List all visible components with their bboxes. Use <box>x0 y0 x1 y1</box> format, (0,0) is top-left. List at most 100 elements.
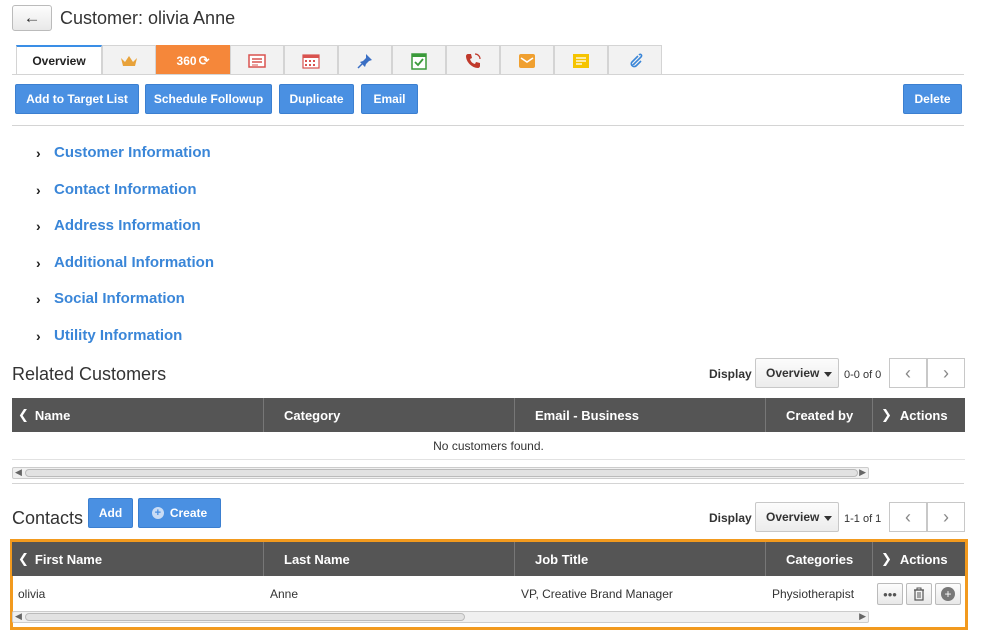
column-label: Actions <box>899 407 948 423</box>
record-tabs: Overview 360 ⟳ <box>16 45 662 75</box>
tab-360[interactable]: 360 ⟳ <box>156 45 230 75</box>
checklist-icon <box>411 52 427 70</box>
chevron-right-icon[interactable]: ❯ <box>881 407 892 423</box>
tab-overview-label: Overview <box>32 54 86 68</box>
scrollbar-thumb[interactable] <box>25 613 465 621</box>
chevron-right-icon: › <box>36 254 41 271</box>
related-customers-table-header: ❮ Name Category Email - Business Created … <box>12 398 965 432</box>
column-label: Created by <box>786 407 854 423</box>
column-label: Actions <box>899 551 948 567</box>
paperclip-icon <box>630 53 643 67</box>
tab-pin[interactable] <box>338 45 392 75</box>
table-row[interactable]: olivia Anne VP, Creative Brand Manager P… <box>12 577 965 611</box>
duplicate-button[interactable]: Duplicate <box>279 84 354 114</box>
tab-overview[interactable]: Overview <box>16 45 102 75</box>
column-header-last-name[interactable]: Last Name <box>264 542 515 576</box>
column-header-actions: ❯ Actions <box>873 542 965 576</box>
column-header-job-title[interactable]: Job Title <box>515 542 766 576</box>
section-label: Customer Information <box>54 144 211 161</box>
column-label: Email - Business <box>535 407 640 423</box>
scrollbar-thumb[interactable] <box>25 469 858 477</box>
tab-underline <box>12 74 964 75</box>
add-contact-button[interactable]: Add <box>88 498 133 528</box>
last-name-cell: Anne <box>270 587 299 601</box>
pager-count: 0-0 of 0 <box>844 369 882 381</box>
button-label: Create <box>169 506 208 520</box>
contact-card-icon <box>248 53 266 68</box>
note-icon <box>573 53 589 68</box>
add-to-target-list-button[interactable]: Add to Target List <box>15 84 139 114</box>
add-row-button[interactable]: + <box>935 583 961 605</box>
chevron-left-icon: ‹ <box>905 362 911 383</box>
actions-cell: ••• + <box>873 583 965 605</box>
tab-contact-card[interactable] <box>230 45 284 75</box>
ellipsis-icon: ••• <box>883 586 897 602</box>
column-header-category[interactable]: Category <box>264 398 515 432</box>
column-header-categories[interactable]: Categories <box>766 542 873 576</box>
tab-mail[interactable] <box>500 45 554 75</box>
select-value: Overview <box>766 366 820 380</box>
scroll-right-icon[interactable]: ▶ <box>859 467 866 478</box>
delete-button[interactable]: Delete <box>903 84 962 114</box>
column-header-name[interactable]: ❮ Name <box>12 398 264 432</box>
back-button[interactable]: ← <box>12 5 52 31</box>
column-header-email[interactable]: Email - Business <box>515 398 766 432</box>
section-address-information[interactable]: › Address Information <box>36 217 201 234</box>
contacts-display-select[interactable]: Overview <box>755 502 839 532</box>
prev-page-button[interactable]: ‹ <box>889 358 927 388</box>
pager-count: 1-1 of 1 <box>844 513 882 525</box>
caret-down-icon <box>824 516 832 521</box>
categories-cell: Physiotherapist <box>772 587 855 601</box>
section-additional-information[interactable]: › Additional Information <box>36 254 214 271</box>
chevron-right-icon: › <box>36 181 41 198</box>
chevron-right-icon: › <box>36 217 41 234</box>
section-divider <box>12 483 964 484</box>
display-label: Display <box>709 367 752 381</box>
column-header-created-by[interactable]: Created by <box>766 398 873 432</box>
scroll-right-icon[interactable]: ▶ <box>859 611 866 622</box>
display-label: Display <box>709 511 752 525</box>
tab-attachment[interactable] <box>608 45 662 75</box>
delete-row-button[interactable] <box>906 583 932 605</box>
column-header-first-name[interactable]: ❮ First Name <box>12 542 264 576</box>
contacts-title: Contacts <box>12 508 84 528</box>
chevron-left-icon[interactable]: ❮ <box>18 551 29 567</box>
plus-circle-icon: + <box>941 587 955 601</box>
scroll-left-icon[interactable]: ◀ <box>15 611 22 622</box>
chevron-right-icon: › <box>943 506 949 527</box>
column-header-actions: ❯ Actions <box>873 398 965 432</box>
scroll-left-icon[interactable]: ◀ <box>15 467 22 478</box>
section-customer-information[interactable]: › Customer Information <box>36 144 211 161</box>
chevron-left-icon: ‹ <box>905 506 911 527</box>
section-social-information[interactable]: › Social Information <box>36 290 185 307</box>
pin-icon <box>357 53 372 69</box>
prev-page-button[interactable]: ‹ <box>889 502 927 532</box>
more-options-button[interactable]: ••• <box>877 583 903 605</box>
mail-icon <box>519 53 535 68</box>
tab-checklist[interactable] <box>392 45 446 75</box>
trash-icon <box>914 587 924 601</box>
horizontal-scrollbar[interactable]: ◀ ▶ <box>12 467 869 479</box>
email-button[interactable]: Email <box>361 84 418 114</box>
related-customers-display-select[interactable]: Overview <box>755 358 839 388</box>
section-label: Social Information <box>54 290 185 307</box>
create-contact-button[interactable]: + Create <box>138 498 221 528</box>
next-page-button[interactable]: › <box>927 358 965 388</box>
column-label: Category <box>284 407 341 423</box>
section-contact-information[interactable]: › Contact Information <box>36 181 197 198</box>
page-title: Customer: olivia Anne <box>60 7 236 28</box>
horizontal-scrollbar[interactable]: ◀ ▶ <box>12 611 869 623</box>
schedule-followup-button[interactable]: Schedule Followup <box>145 84 272 114</box>
tab-crown[interactable] <box>102 45 156 75</box>
next-page-button[interactable]: › <box>927 502 965 532</box>
section-label: Address Information <box>54 217 201 234</box>
section-utility-information[interactable]: › Utility Information <box>36 327 182 344</box>
tab-note[interactable] <box>554 45 608 75</box>
chevron-right-icon[interactable]: ❯ <box>881 551 892 567</box>
empty-message: No customers found. <box>12 432 965 460</box>
tab-phone[interactable] <box>446 45 500 75</box>
contacts-table-header: ❮ First Name Last Name Job Title Categori… <box>12 542 965 576</box>
tab-calendar[interactable] <box>284 45 338 75</box>
column-label: Last Name <box>284 551 350 567</box>
chevron-left-icon[interactable]: ❮ <box>18 407 29 423</box>
